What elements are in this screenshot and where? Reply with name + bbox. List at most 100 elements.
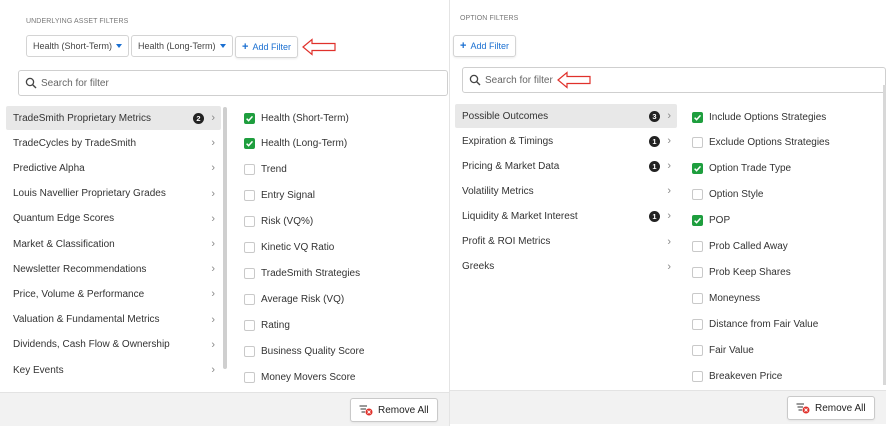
- checkbox-icon[interactable]: [244, 242, 255, 253]
- add-filter-button-options[interactable]: + Add Filter: [453, 35, 516, 57]
- option-label: Fair Value: [709, 344, 754, 356]
- category-item[interactable]: Louis Navellier Proprietary Grades ›: [6, 182, 221, 206]
- category-item[interactable]: TradeSmith Proprietary Metrics 2 ›: [6, 106, 221, 130]
- option-label: Health (Short-Term): [261, 112, 349, 124]
- chevron-right-icon: ›: [211, 187, 215, 200]
- option-label: Risk (VQ%): [261, 216, 314, 228]
- category-item[interactable]: Quantum Edge Scores ›: [6, 207, 221, 231]
- filter-option[interactable]: TradeSmith Strategies: [244, 262, 360, 284]
- filter-option[interactable]: Breakeven Price: [692, 365, 782, 387]
- search-box-options[interactable]: [462, 67, 886, 93]
- category-item[interactable]: Key Events ›: [6, 358, 221, 382]
- category-label: Greeks: [462, 261, 495, 273]
- option-label: Breakeven Price: [709, 370, 783, 382]
- category-item[interactable]: Market & Classification ›: [6, 232, 221, 256]
- filter-option[interactable]: Health (Long-Term): [244, 133, 347, 155]
- chevron-right-icon: ›: [667, 110, 671, 122]
- add-filter-button-underlying[interactable]: + Add Filter: [235, 36, 298, 58]
- option-label: Include Options Strategies: [709, 111, 827, 123]
- category-label: Predictive Alpha: [13, 162, 85, 174]
- filter-option[interactable]: Health (Short-Term): [244, 107, 349, 129]
- annotation-arrow-icon: [557, 71, 591, 89]
- chevron-right-icon: ›: [211, 238, 215, 250]
- filter-option[interactable]: Entry Signal: [244, 185, 315, 207]
- checkbox-icon[interactable]: [692, 292, 703, 304]
- category-item[interactable]: Expiration & Timings 1 ›: [455, 129, 677, 153]
- category-item[interactable]: Valuation & Fundamental Metrics ›: [6, 308, 221, 332]
- filter-option[interactable]: Option Trade Type: [692, 158, 791, 180]
- checkbox-icon[interactable]: [244, 267, 255, 279]
- checkbox-checked-icon[interactable]: [692, 111, 703, 123]
- add-filter-label: Add Filter: [252, 42, 291, 52]
- checkbox-icon[interactable]: [692, 266, 703, 278]
- checkbox-icon[interactable]: [692, 241, 703, 252]
- filter-option[interactable]: Fair Value: [692, 339, 754, 361]
- search-box-underlying[interactable]: [18, 70, 448, 96]
- checkbox-icon[interactable]: [244, 371, 255, 383]
- checkbox-icon[interactable]: [244, 293, 255, 305]
- checkbox-icon[interactable]: [692, 137, 703, 149]
- checkbox-checked-icon[interactable]: [692, 215, 703, 227]
- checkbox-icon[interactable]: [244, 190, 255, 202]
- category-item[interactable]: TradeCycles by TradeSmith ›: [6, 131, 221, 155]
- remove-all-button-underlying[interactable]: Remove All: [350, 398, 438, 422]
- count-badge: 2: [193, 112, 204, 124]
- category-label: Liquidity & Market Interest: [462, 210, 578, 222]
- category-item[interactable]: Possible Outcomes 3 ›: [455, 104, 677, 128]
- chip-health-short-term[interactable]: Health (Short-Term): [26, 35, 130, 57]
- category-label: Expiration & Timings: [462, 135, 554, 147]
- filter-option[interactable]: Prob Keep Shares: [692, 261, 791, 283]
- category-item[interactable]: Profit & ROI Metrics ›: [455, 230, 677, 254]
- search-input-underlying[interactable]: [41, 77, 241, 89]
- option-label: Trend: [261, 164, 287, 176]
- category-item[interactable]: Volatility Metrics ›: [455, 179, 677, 203]
- category-label: Valuation & Fundamental Metrics: [13, 314, 160, 326]
- checkbox-icon[interactable]: [692, 370, 703, 382]
- category-item[interactable]: Liquidity & Market Interest 1 ›: [455, 204, 677, 228]
- filter-option[interactable]: Rating: [244, 314, 290, 336]
- filter-option[interactable]: POP: [692, 210, 730, 232]
- count-badge: 3: [649, 110, 660, 122]
- category-item[interactable]: Predictive Alpha ›: [6, 156, 221, 180]
- category-item[interactable]: Newsletter Recommendations ›: [6, 257, 221, 281]
- checkbox-icon[interactable]: [692, 344, 703, 356]
- checkbox-icon[interactable]: [692, 318, 703, 330]
- category-item[interactable]: Greeks ›: [455, 255, 677, 279]
- checkbox-icon[interactable]: [244, 345, 255, 357]
- category-label: Profit & ROI Metrics: [462, 236, 551, 247]
- filter-option[interactable]: Kinetic VQ Ratio: [244, 237, 334, 259]
- remove-filter-icon: [359, 405, 373, 416]
- remove-all-button-options[interactable]: Remove All: [787, 396, 875, 420]
- chevron-right-icon: ›: [211, 288, 215, 301]
- checkbox-icon[interactable]: [244, 164, 255, 176]
- filter-option[interactable]: Exclude Options Strategies: [692, 132, 830, 154]
- filter-option[interactable]: Distance from Fair Value: [692, 313, 818, 335]
- chip-health-long-term[interactable]: Health (Long-Term): [131, 35, 233, 57]
- checkbox-checked-icon[interactable]: [244, 112, 255, 124]
- option-label: TradeSmith Strategies: [261, 267, 361, 279]
- filter-option[interactable]: Money Movers Score: [244, 366, 355, 388]
- checkbox-icon[interactable]: [244, 216, 255, 228]
- chevron-right-icon: ›: [211, 338, 215, 351]
- checkbox-icon[interactable]: [692, 189, 703, 201]
- search-input-options[interactable]: [485, 74, 555, 86]
- category-item[interactable]: Pricing & Market Data 1 ›: [455, 154, 677, 178]
- option-label: Business Quality Score: [261, 345, 365, 357]
- filter-option[interactable]: Prob Called Away: [692, 236, 788, 258]
- checkbox-checked-icon[interactable]: [692, 163, 703, 175]
- filter-option[interactable]: Trend: [244, 159, 287, 181]
- filter-option[interactable]: Business Quality Score: [244, 340, 364, 362]
- filter-option[interactable]: Moneyness: [692, 287, 760, 309]
- remove-all-label: Remove All: [378, 404, 429, 416]
- scrollbar[interactable]: [223, 107, 227, 369]
- checkbox-icon[interactable]: [244, 319, 255, 331]
- chevron-right-icon: ›: [211, 212, 215, 225]
- category-item[interactable]: Price, Volume & Performance ›: [6, 282, 221, 306]
- filter-option[interactable]: Average Risk (VQ): [244, 288, 344, 310]
- category-label: Key Events: [13, 364, 64, 376]
- filter-option[interactable]: Risk (VQ%): [244, 211, 313, 233]
- checkbox-checked-icon[interactable]: [244, 138, 255, 150]
- category-item[interactable]: Dividends, Cash Flow & Ownership ›: [6, 333, 221, 357]
- filter-option[interactable]: Include Options Strategies: [692, 106, 826, 128]
- filter-option[interactable]: Option Style: [692, 184, 763, 206]
